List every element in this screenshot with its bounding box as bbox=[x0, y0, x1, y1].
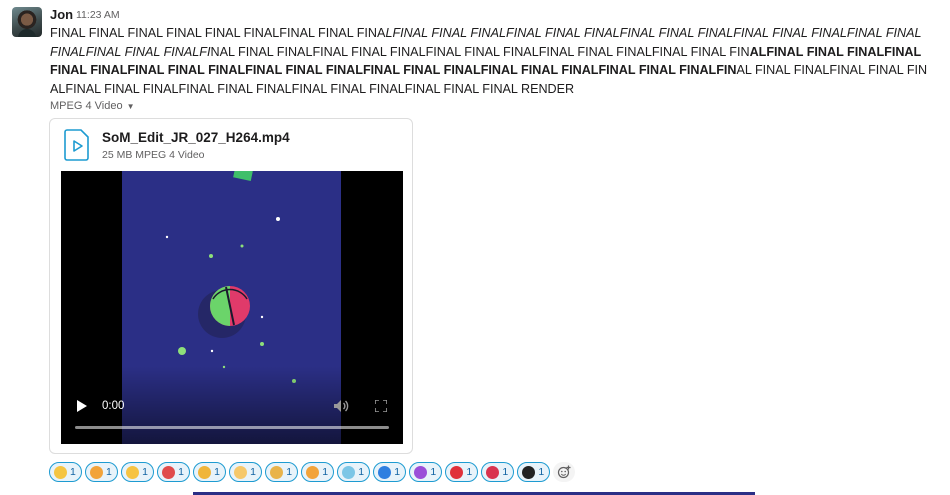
flushed-face-icon bbox=[234, 465, 248, 479]
play-icon[interactable] bbox=[77, 400, 87, 412]
ok-hand-icon bbox=[54, 465, 67, 479]
add-reaction-icon bbox=[558, 465, 571, 479]
reaction-count: 1 bbox=[178, 466, 184, 478]
reaction-black-heart[interactable]: 1 bbox=[517, 462, 551, 482]
seek-bar[interactable] bbox=[75, 426, 389, 429]
red-heart-icon bbox=[450, 465, 464, 479]
text-part: NAL FINAL FINALFINAL FINAL FINALFINAL FI… bbox=[210, 44, 750, 59]
hibiscus-icon bbox=[486, 465, 500, 479]
reaction-count: 1 bbox=[466, 466, 473, 478]
reaction-count: 1 bbox=[502, 466, 509, 478]
message: Jon 11:23 AM FINAL FINAL FINAL FINAL FIN… bbox=[0, 0, 950, 495]
reaction-crowned-face[interactable]: 1 bbox=[193, 462, 226, 482]
reaction-cat-face[interactable]: 1 bbox=[85, 462, 118, 482]
reaction-nerd-face[interactable]: 1 bbox=[265, 462, 299, 482]
cat-smile-icon bbox=[306, 465, 320, 479]
reaction-count: 1 bbox=[106, 466, 112, 478]
message-text: FINAL FINAL FINAL FINAL FINAL FINALFINAL… bbox=[50, 24, 930, 98]
reaction-party-popper[interactable]: 1 bbox=[337, 462, 371, 482]
nerd-face-icon bbox=[270, 465, 284, 479]
attachment-type-toggle[interactable]: MPEG 4 Video ▼ bbox=[50, 100, 134, 112]
reaction-blue-heart[interactable]: 1 bbox=[373, 462, 407, 482]
reaction-count: 1 bbox=[70, 466, 76, 478]
file-name[interactable]: SoM_Edit_JR_027_H264.mp4 bbox=[102, 130, 290, 145]
reaction-hibiscus[interactable]: 1 bbox=[481, 462, 515, 482]
video-file-icon bbox=[64, 129, 89, 161]
author-name[interactable]: Jon bbox=[50, 7, 73, 22]
black-heart-icon bbox=[522, 465, 536, 479]
reaction-count: 1 bbox=[286, 466, 293, 478]
reaction-flushed-face[interactable]: 1 bbox=[229, 462, 262, 482]
reactions-bar: 1 1 1 1 1 1 1 1 1 1 1 1 1 1 bbox=[49, 462, 576, 482]
file-attachment-card[interactable]: SoM_Edit_JR_027_H264.mp4 25 MB MPEG 4 Vi… bbox=[49, 118, 413, 454]
caret-down-icon: ▼ bbox=[126, 101, 135, 111]
video-player[interactable]: 0:00 bbox=[61, 171, 403, 444]
add-reaction-button[interactable] bbox=[553, 462, 576, 482]
reaction-count: 1 bbox=[394, 466, 401, 478]
attachment-type-label: MPEG 4 Video bbox=[50, 100, 123, 112]
reaction-purple-heart[interactable]: 1 bbox=[409, 462, 443, 482]
reaction-red-heart[interactable]: 1 bbox=[445, 462, 479, 482]
reaction-ok-hand[interactable]: 1 bbox=[49, 462, 82, 482]
reaction-count: 1 bbox=[358, 466, 365, 478]
cat-face-icon bbox=[90, 465, 104, 479]
timestamp[interactable]: 11:23 AM bbox=[76, 9, 120, 21]
text-part: FINAL FINAL FINAL FINAL FINAL FINALFINAL… bbox=[50, 26, 386, 40]
reaction-cat-smile[interactable]: 1 bbox=[301, 462, 335, 482]
reaction-heart-eyes[interactable]: 1 bbox=[121, 462, 154, 482]
heart-eyes-icon bbox=[126, 465, 140, 479]
avatar[interactable] bbox=[12, 7, 42, 37]
mushroom-icon bbox=[162, 465, 176, 479]
reaction-count: 1 bbox=[538, 466, 545, 478]
blue-heart-icon bbox=[378, 465, 392, 479]
reaction-count: 1 bbox=[430, 466, 437, 478]
purple-heart-icon bbox=[414, 465, 428, 479]
reaction-count: 1 bbox=[322, 466, 329, 478]
volume-icon[interactable] bbox=[333, 399, 349, 413]
reaction-count: 1 bbox=[214, 466, 220, 478]
fullscreen-icon[interactable] bbox=[375, 400, 387, 412]
current-time: 0:00 bbox=[102, 400, 125, 412]
reaction-count: 1 bbox=[142, 466, 148, 478]
crowned-face-icon bbox=[198, 465, 212, 479]
reaction-count: 1 bbox=[250, 466, 256, 478]
party-popper-icon bbox=[342, 465, 356, 479]
file-meta: 25 MB MPEG 4 Video bbox=[102, 149, 205, 161]
reaction-mushroom[interactable]: 1 bbox=[157, 462, 190, 482]
